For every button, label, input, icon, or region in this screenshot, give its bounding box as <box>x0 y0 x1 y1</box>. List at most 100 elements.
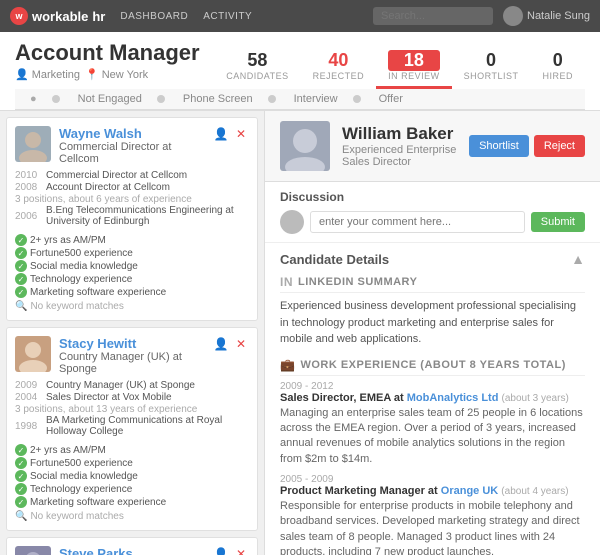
filter-not-engaged-dot <box>52 95 60 103</box>
candidate-actions-1: 👤 ✕ <box>213 336 249 352</box>
stat-rejected[interactable]: 40 Rejected <box>301 45 377 89</box>
work-company-1: Orange UK <box>441 485 498 497</box>
filter-not-engaged[interactable]: Not Engaged <box>78 93 142 105</box>
filter-bar: ● Not Engaged Phone Screen Interview Off… <box>15 89 585 110</box>
candidate-info-0: Wayne Walsh Commercial Director at Cellc… <box>59 126 205 165</box>
stat-candidates-label: Candidates <box>226 71 288 81</box>
stat-hired[interactable]: 0 Hired <box>530 45 585 89</box>
tag-dot-0-1: ✓ <box>15 247 27 259</box>
candidate-info-1: Stacy Hewitt Country Manager (UK) at Spo… <box>59 336 205 375</box>
nav-dashboard[interactable]: Dashboard <box>120 11 188 22</box>
work-title-0: Sales Director, EMEA at MobAnalytics Ltd… <box>280 392 585 404</box>
breadcrumb-location: 📍 New York <box>85 68 148 81</box>
breadcrumb-category: 👤 Marketing <box>15 68 80 81</box>
work-section: 💼 Work Experience (about 8 years total) … <box>280 358 585 555</box>
no-match-1: 🔍No keyword matches <box>15 511 249 522</box>
breadcrumb: 👤 Marketing 📍 New York <box>15 68 200 81</box>
tag-1-1: ✓Fortune500 experience <box>15 457 166 469</box>
comment-input[interactable] <box>310 211 525 233</box>
details-header-row: Candidate Details ▲ <box>280 251 585 267</box>
nav-left: w workablehr Dashboard Activity <box>10 7 252 25</box>
stat-shortlist-label: Shortlist <box>464 71 519 81</box>
page-title: Account Manager <box>15 40 200 66</box>
tag-1-4: ✓Marketing software experience <box>15 496 166 508</box>
add-candidate-0[interactable]: 👤 <box>213 126 229 142</box>
candidate-detail-panel: William Baker Experienced Enterprise Sal… <box>265 111 600 555</box>
stat-candidates-number: 58 <box>226 50 288 71</box>
experience-list-1: 2009Country Manager (UK) at Sponge 2004S… <box>15 380 249 437</box>
work-title-1: Product Marketing Manager at Orange UK (… <box>280 485 585 497</box>
filter-interview[interactable]: Interview <box>294 93 338 105</box>
submit-comment-button[interactable]: Submit <box>531 212 585 232</box>
tag-dot-1-4: ✓ <box>15 496 27 508</box>
candidate-avatar-0 <box>15 126 51 162</box>
remove-candidate-0[interactable]: ✕ <box>233 126 249 142</box>
stat-inreview[interactable]: 18 In Review <box>376 45 452 89</box>
tag-0-1: ✓Fortune500 experience <box>15 247 166 259</box>
logo-text: workable <box>32 9 88 24</box>
logo[interactable]: w workablehr <box>10 7 105 25</box>
exp-item-1-1: 2004Sales Director at Vox Mobile <box>15 392 249 403</box>
reject-button[interactable]: Reject <box>534 135 585 157</box>
tag-dot-0-0: ✓ <box>15 234 27 246</box>
filter-offer-dot <box>353 95 361 103</box>
exp-total-0: 3 positions, about 6 years of experience <box>15 194 249 205</box>
work-dates-0: 2009 - 2012 <box>280 381 585 392</box>
candidate-header-1: Stacy Hewitt Country Manager (UK) at Spo… <box>15 336 249 375</box>
candidate-name-1: Stacy Hewitt <box>59 336 205 351</box>
edu-item-1-0: 1998BA Marketing Communications at Royal… <box>15 415 249 437</box>
linkedin-section: in LinkedIn Summary Experienced business… <box>280 275 585 348</box>
stat-shortlist[interactable]: 0 Shortlist <box>452 45 531 89</box>
detail-subtitle: Experienced Enterprise Sales Director <box>342 144 457 168</box>
work-company-0: MobAnalytics Ltd <box>407 392 499 404</box>
linkedin-title: in LinkedIn Summary <box>280 275 585 293</box>
detail-header: William Baker Experienced Enterprise Sal… <box>265 111 600 182</box>
page-title-row: Account Manager 👤 Marketing 📍 New York 5… <box>15 40 585 89</box>
stat-candidates[interactable]: 58 Candidates <box>214 45 300 89</box>
candidate-title-0: Commercial Director at Cellcom <box>59 141 205 165</box>
work-entry-0: 2009 - 2012 Sales Director, EMEA at MobA… <box>280 381 585 468</box>
filter-icon: ● <box>30 93 37 105</box>
tag-0-0: ✓2+ yrs as AM/PM <box>15 234 166 246</box>
stat-rejected-number: 40 <box>313 50 365 71</box>
search-input[interactable] <box>373 7 493 25</box>
comment-row: Submit <box>280 210 585 234</box>
candidate-card-0[interactable]: Wayne Walsh Commercial Director at Cellc… <box>6 117 258 321</box>
candidate-card-2[interactable]: Steve Parks Head of Enterprise Sales at … <box>6 537 258 555</box>
stat-hired-label: Hired <box>542 71 573 81</box>
remove-candidate-1[interactable]: ✕ <box>233 336 249 352</box>
nav-activity[interactable]: Activity <box>203 11 252 22</box>
linkedin-text: Experienced business development profess… <box>280 298 585 348</box>
candidate-card-1[interactable]: Stacy Hewitt Country Manager (UK) at Spo… <box>6 327 258 531</box>
stat-shortlist-number: 0 <box>464 50 519 71</box>
work-title: 💼 Work Experience (about 8 years total) <box>280 358 585 376</box>
tag-dot-0-2: ✓ <box>15 260 27 272</box>
add-candidate-1[interactable]: 👤 <box>213 336 229 352</box>
tag-dot-0-4: ✓ <box>15 286 27 298</box>
candidate-title-1: Country Manager (UK) at Sponge <box>59 351 205 375</box>
tag-dot-1-0: ✓ <box>15 444 27 456</box>
linkedin-icon: in <box>280 275 293 289</box>
details-title: Candidate Details <box>280 252 389 267</box>
page-header: Account Manager 👤 Marketing 📍 New York 5… <box>0 32 600 111</box>
exp-item-0-0: 2010Commercial Director at Cellcom <box>15 170 249 181</box>
page-title-section: Account Manager 👤 Marketing 📍 New York <box>15 40 200 81</box>
work-desc-1: Responsible for enterprise products in m… <box>280 499 585 555</box>
discussion-title: Discussion <box>280 190 585 204</box>
candidate-list: Wayne Walsh Commercial Director at Cellc… <box>0 111 265 555</box>
filter-offer[interactable]: Offer <box>379 93 403 105</box>
shortlist-button[interactable]: Shortlist <box>469 135 529 157</box>
detail-name: William Baker <box>342 124 457 144</box>
tag-dot-1-2: ✓ <box>15 470 27 482</box>
comment-avatar <box>280 210 304 234</box>
detail-buttons: Shortlist Reject <box>469 135 585 157</box>
tags-1: ✓2+ yrs as AM/PM ✓Fortune500 experience … <box>15 444 166 508</box>
detail-avatar <box>280 121 330 171</box>
filter-interview-dot <box>268 95 276 103</box>
tag-0-3: ✓Technology experience <box>15 273 166 285</box>
candidate-header-0: Wayne Walsh Commercial Director at Cellc… <box>15 126 249 165</box>
main-layout: Wayne Walsh Commercial Director at Cellc… <box>0 111 600 555</box>
logo-icon: w <box>10 7 28 25</box>
collapse-icon[interactable]: ▲ <box>571 251 585 267</box>
filter-phone-screen[interactable]: Phone Screen <box>183 93 253 105</box>
